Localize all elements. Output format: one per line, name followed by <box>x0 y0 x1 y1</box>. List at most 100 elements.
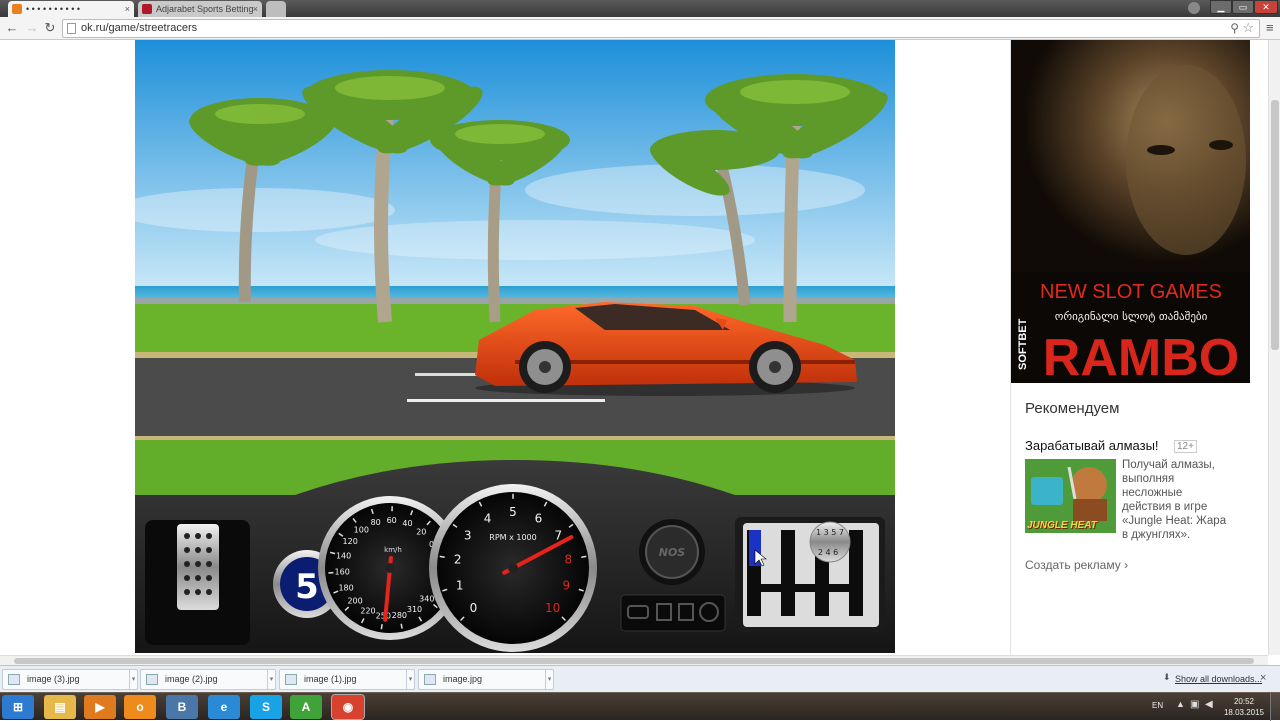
vertical-scrollbar[interactable] <box>1268 40 1280 655</box>
gear-shifter[interactable]: 1 3 5 7 2 4 6 <box>735 517 885 632</box>
jungle-heat-promo-image[interactable]: JUNGLE HEAT <box>1025 459 1116 533</box>
recommend-heading: Рекомендуем <box>1025 400 1119 417</box>
speedometer-tick-label: 280 <box>392 611 407 620</box>
forward-arrow-icon[interactable]: → <box>24 20 40 36</box>
skype-icon[interactable]: S <box>250 695 282 719</box>
minimize-button[interactable]: ▁ <box>1210 0 1232 14</box>
speedometer-tick-label: 60 <box>387 516 397 525</box>
ad-brand: SOFTBET <box>1017 318 1029 370</box>
taskbar: ⊞ ▤ ▶ оВeSA ◉ EN ▲ ▣ ◀ 20:52 18.03.2015 <box>0 692 1280 720</box>
speedometer-tick-label: 160 <box>335 568 350 577</box>
horizontal-scrollbar[interactable] <box>0 655 1268 665</box>
horizontal-scroll-thumb[interactable] <box>14 658 1254 664</box>
speedometer-tick-label: 80 <box>371 518 381 527</box>
game-scene: 5 km/h 340310280250220200180160140120100… <box>135 40 895 653</box>
menu-icon[interactable]: ≡ <box>1266 20 1274 35</box>
tab-close-icon[interactable]: × <box>253 1 258 17</box>
tachometer-tick-label: 1 <box>456 579 464 593</box>
show-all-downloads-link[interactable]: Show all downloads... <box>1163 674 1262 684</box>
gas-pedal[interactable] <box>145 520 250 645</box>
chevron-down-icon[interactable]: ▾ <box>545 670 553 689</box>
tab-label: • • • • • • • • • • <box>26 4 80 14</box>
download-item[interactable]: image (3).jpg ▾ <box>2 669 138 690</box>
download-item[interactable]: image.jpg ▾ <box>418 669 554 690</box>
speedometer-tick-label: 120 <box>343 537 358 546</box>
network-icon[interactable]: ▣ <box>1190 699 1199 710</box>
explorer-icon[interactable]: ▤ <box>44 695 76 719</box>
tab-label: Adjarabet Sports Betting <box>156 4 254 14</box>
show-desktop-button[interactable] <box>1270 693 1280 721</box>
media-player-icon[interactable]: ▶ <box>84 695 116 719</box>
tachometer-hub <box>508 563 518 573</box>
speedometer-tick-label: 40 <box>402 519 412 528</box>
volume-icon[interactable]: ◀ <box>1205 699 1213 710</box>
chevron-down-icon[interactable]: ▾ <box>267 670 275 689</box>
close-downloads-icon[interactable]: × <box>1260 672 1266 684</box>
browser-tab-bar: • • • • • • • • • • × Adjarabet Sports B… <box>0 0 1280 17</box>
create-ad-link[interactable]: Создать рекламу › <box>1025 558 1128 572</box>
chrome-icon[interactable]: ◉ <box>332 695 364 719</box>
system-clock[interactable]: 20:52 18.03.2015 <box>1222 696 1266 718</box>
start-icon[interactable]: ⊞ <box>2 695 34 719</box>
download-filename: image.jpg <box>443 674 482 684</box>
chevron-down-icon[interactable]: ▾ <box>129 670 137 689</box>
clock-time: 20:52 <box>1222 696 1266 707</box>
download-filename: image (3).jpg <box>27 674 80 684</box>
promo-image-label: JUNGLE HEAT <box>1027 520 1097 531</box>
promo-title-link[interactable]: Зарабатывай алмазы! <box>1025 438 1159 453</box>
age-rating-badge: 12+ <box>1174 440 1197 453</box>
speedometer-tick-mark <box>401 624 402 629</box>
address-bar[interactable]: ok.ru/game/streetracers ⚲ ☆ <box>62 19 1260 38</box>
tray-arrow-icon[interactable]: ▲ <box>1176 699 1185 709</box>
shifter-top-labels: 1 3 5 7 <box>816 528 844 537</box>
speedometer-tick-label: 20 <box>416 527 426 536</box>
ad-title: RAMBO <box>1043 329 1239 383</box>
page-icon <box>67 23 76 34</box>
odnoklassniki-favicon-icon <box>12 4 22 14</box>
download-item[interactable]: image (1).jpg ▾ <box>279 669 415 690</box>
maximize-button[interactable]: ▭ <box>1232 0 1254 14</box>
ad-subline: ორიგინალი სლოტ თამაშები <box>1055 310 1208 323</box>
language-indicator[interactable]: EN <box>1152 701 1163 710</box>
tachometer-tick-label: 9 <box>562 579 570 593</box>
speedometer-tick-mark <box>381 624 382 629</box>
nos-button[interactable]: NOS <box>639 519 705 585</box>
image-file-icon <box>146 674 158 685</box>
tab-close-icon[interactable]: × <box>125 1 130 17</box>
close-window-button[interactable]: ✕ <box>1254 0 1278 14</box>
tachometer-tick-label: 10 <box>545 601 560 615</box>
game-app-icon[interactable]: A <box>290 695 322 719</box>
speedometer-tick-label: 340 <box>419 595 434 604</box>
internet-explorer-icon[interactable]: e <box>208 695 240 719</box>
odnoklassniki-icon[interactable]: о <box>124 695 156 719</box>
image-file-icon <box>285 674 297 685</box>
tachometer-tick-label: 6 <box>535 511 543 525</box>
download-item[interactable]: image (2).jpg ▾ <box>140 669 276 690</box>
zoom-icon[interactable]: ⚲ <box>1230 21 1239 35</box>
ad-artwork: NEW SLOT GAMES ორიგინალი სლოტ თამაშები S… <box>1011 40 1250 383</box>
chevron-down-icon[interactable]: ▾ <box>406 670 414 689</box>
gear-number: 5 <box>295 567 319 607</box>
ad-headline: NEW SLOT GAMES <box>1040 281 1222 303</box>
game-canvas[interactable]: 5 km/h 340310280250220200180160140120100… <box>135 40 895 653</box>
adjarabet-favicon-icon <box>142 4 152 14</box>
tab-adjarabet[interactable]: Adjarabet Sports Betting × <box>138 1 262 17</box>
url-text[interactable]: ok.ru/game/streetracers <box>81 22 197 34</box>
bookmark-star-icon[interactable]: ☆ <box>1242 20 1254 36</box>
tachometer-tick-mark <box>440 556 445 557</box>
tachometer: RPM x 1000 012345678910 <box>429 484 597 652</box>
vertical-scroll-thumb[interactable] <box>1271 100 1279 350</box>
tachometer-tick-label: 7 <box>554 528 562 542</box>
new-tab-button[interactable] <box>266 1 286 17</box>
rambo-slot-ad[interactable]: NEW SLOT GAMES ორიგინალი სლოტ თამაშები S… <box>1011 40 1250 383</box>
tachometer-tick-label: 4 <box>484 511 492 525</box>
reload-icon[interactable]: ↻ <box>42 20 58 36</box>
back-arrow-icon[interactable]: ← <box>4 20 20 36</box>
download-filename: image (2).jpg <box>165 674 218 684</box>
speedometer-hub <box>385 563 395 573</box>
speedometer-tick-label: 220 <box>360 606 375 615</box>
user-icon[interactable] <box>1188 2 1200 14</box>
vkontakte-icon[interactable]: В <box>166 695 198 719</box>
tab-current[interactable]: • • • • • • • • • • × <box>8 1 134 17</box>
tachometer-tick-label: 3 <box>464 528 472 542</box>
